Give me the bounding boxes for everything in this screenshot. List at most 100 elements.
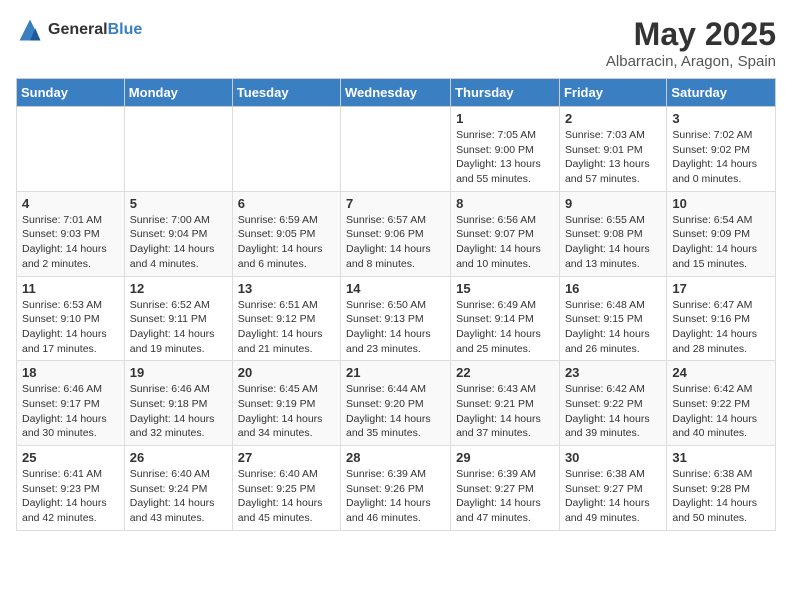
day-info: Sunrise: 6:57 AMSunset: 9:06 PMDaylight:… <box>346 213 445 272</box>
day-info: Sunrise: 6:43 AMSunset: 9:21 PMDaylight:… <box>456 382 554 441</box>
calendar-cell: 13Sunrise: 6:51 AMSunset: 9:12 PMDayligh… <box>232 276 340 361</box>
calendar-cell: 31Sunrise: 6:38 AMSunset: 9:28 PMDayligh… <box>667 446 776 531</box>
day-info: Sunrise: 6:42 AMSunset: 9:22 PMDaylight:… <box>565 382 661 441</box>
day-info: Sunrise: 6:52 AMSunset: 9:11 PMDaylight:… <box>130 298 227 357</box>
day-info: Sunrise: 6:42 AMSunset: 9:22 PMDaylight:… <box>672 382 770 441</box>
header-saturday: Saturday <box>667 79 776 107</box>
day-info: Sunrise: 6:38 AMSunset: 9:27 PMDaylight:… <box>565 467 661 526</box>
logo-icon <box>16 16 44 44</box>
day-info: Sunrise: 7:05 AMSunset: 9:00 PMDaylight:… <box>456 128 554 187</box>
day-number: 8 <box>456 196 554 211</box>
day-number: 3 <box>672 111 770 126</box>
calendar-cell: 21Sunrise: 6:44 AMSunset: 9:20 PMDayligh… <box>341 361 451 446</box>
day-number: 26 <box>130 450 227 465</box>
calendar-cell: 15 Sunrise: 6:49 AMSunset: 9:14 PMDayligh… <box>451 276 560 361</box>
calendar-cell <box>124 107 232 192</box>
day-info: Sunrise: 6:47 AMSunset: 9:16 PMDaylight:… <box>672 298 770 357</box>
day-number: 9 <box>565 196 661 211</box>
day-number: 1 <box>456 111 554 126</box>
day-number: 25 <box>22 450 119 465</box>
day-number: 14 <box>346 281 445 296</box>
calendar-cell: 6Sunrise: 6:59 AMSunset: 9:05 PMDaylight… <box>232 191 340 276</box>
day-number: 28 <box>346 450 445 465</box>
day-number: 17 <box>672 281 770 296</box>
calendar-cell: 29 Sunrise: 6:39 AMSunset: 9:27 PMDayligh… <box>451 446 560 531</box>
title-area: May 2025 Albarracin, Aragon, Spain <box>606 16 776 70</box>
calendar-cell: 7Sunrise: 6:57 AMSunset: 9:06 PMDaylight… <box>341 191 451 276</box>
calendar-cell: 24 Sunrise: 6:42 AMSunset: 9:22 PMDayligh… <box>667 361 776 446</box>
calendar-cell: 14 Sunrise: 6:50 AMSunset: 9:13 PMDayligh… <box>341 276 451 361</box>
day-number: 11 <box>22 281 119 296</box>
calendar-week-2: 4 Sunrise: 7:01 AMSunset: 9:03 PMDaylight… <box>17 191 776 276</box>
calendar-cell: 19 Sunrise: 6:46 AMSunset: 9:18 PMDayligh… <box>124 361 232 446</box>
day-info: Sunrise: 6:46 AMSunset: 9:18 PMDaylight:… <box>130 382 227 441</box>
logo-general: General <box>48 21 108 38</box>
header-thursday: Thursday <box>451 79 560 107</box>
day-info: Sunrise: 6:46 AMSunset: 9:17 PMDaylight:… <box>22 382 119 441</box>
day-info: Sunrise: 6:56 AMSunset: 9:07 PMDaylight:… <box>456 213 554 272</box>
calendar-cell <box>232 107 340 192</box>
header-monday: Monday <box>124 79 232 107</box>
calendar-cell: 26 Sunrise: 6:40 AMSunset: 9:24 PMDayligh… <box>124 446 232 531</box>
day-number: 29 <box>456 450 554 465</box>
logo: GeneralBlue <box>16 16 142 44</box>
calendar-cell: 17 Sunrise: 6:47 AMSunset: 9:16 PMDayligh… <box>667 276 776 361</box>
calendar-cell: 10 Sunrise: 6:54 AMSunset: 9:09 PMDayligh… <box>667 191 776 276</box>
calendar-cell: 5 Sunrise: 7:00 AMSunset: 9:04 PMDaylight… <box>124 191 232 276</box>
day-info: Sunrise: 6:45 AMSunset: 9:19 PMDaylight:… <box>238 382 335 441</box>
day-info: Sunrise: 6:41 AMSunset: 9:23 PMDaylight:… <box>22 467 119 526</box>
main-title: May 2025 <box>606 16 776 53</box>
calendar-header-row: SundayMondayTuesdayWednesdayThursdayFrid… <box>17 79 776 107</box>
day-info: Sunrise: 6:50 AMSunset: 9:13 PMDaylight:… <box>346 298 445 357</box>
header-sunday: Sunday <box>17 79 125 107</box>
calendar-cell: 4 Sunrise: 7:01 AMSunset: 9:03 PMDaylight… <box>17 191 125 276</box>
day-info: Sunrise: 7:02 AMSunset: 9:02 PMDaylight:… <box>672 128 770 187</box>
calendar-cell: 28 Sunrise: 6:39 AMSunset: 9:26 PMDayligh… <box>341 446 451 531</box>
header-wednesday: Wednesday <box>341 79 451 107</box>
calendar-cell: 9Sunrise: 6:55 AMSunset: 9:08 PMDaylight… <box>559 191 666 276</box>
day-info: Sunrise: 7:03 AMSunset: 9:01 PMDaylight:… <box>565 128 661 187</box>
day-number: 19 <box>130 365 227 380</box>
calendar-week-5: 25 Sunrise: 6:41 AMSunset: 9:23 PMDayligh… <box>17 446 776 531</box>
day-number: 24 <box>672 365 770 380</box>
day-info: Sunrise: 6:48 AMSunset: 9:15 PMDaylight:… <box>565 298 661 357</box>
day-number: 15 <box>456 281 554 296</box>
calendar-table: SundayMondayTuesdayWednesdayThursdayFrid… <box>16 78 776 531</box>
calendar-cell: 27Sunrise: 6:40 AMSunset: 9:25 PMDayligh… <box>232 446 340 531</box>
header-tuesday: Tuesday <box>232 79 340 107</box>
calendar-cell: 30Sunrise: 6:38 AMSunset: 9:27 PMDayligh… <box>559 446 666 531</box>
header-friday: Friday <box>559 79 666 107</box>
subtitle: Albarracin, Aragon, Spain <box>606 53 776 70</box>
day-info: Sunrise: 6:40 AMSunset: 9:25 PMDaylight:… <box>238 467 335 526</box>
calendar-cell <box>341 107 451 192</box>
calendar-cell: 23 Sunrise: 6:42 AMSunset: 9:22 PMDayligh… <box>559 361 666 446</box>
day-number: 5 <box>130 196 227 211</box>
day-number: 20 <box>238 365 335 380</box>
day-number: 10 <box>672 196 770 211</box>
day-info: Sunrise: 6:53 AMSunset: 9:10 PMDaylight:… <box>22 298 119 357</box>
day-info: Sunrise: 6:49 AMSunset: 9:14 PMDaylight:… <box>456 298 554 357</box>
day-info: Sunrise: 6:39 AMSunset: 9:26 PMDaylight:… <box>346 467 445 526</box>
day-info: Sunrise: 6:51 AMSunset: 9:12 PMDaylight:… <box>238 298 335 357</box>
day-info: Sunrise: 6:54 AMSunset: 9:09 PMDaylight:… <box>672 213 770 272</box>
day-number: 23 <box>565 365 661 380</box>
day-number: 2 <box>565 111 661 126</box>
calendar-week-4: 18 Sunrise: 6:46 AMSunset: 9:17 PMDayligh… <box>17 361 776 446</box>
day-info: Sunrise: 6:39 AMSunset: 9:27 PMDaylight:… <box>456 467 554 526</box>
day-info: Sunrise: 6:59 AMSunset: 9:05 PMDaylight:… <box>238 213 335 272</box>
day-number: 4 <box>22 196 119 211</box>
calendar-cell: 3 Sunrise: 7:02 AMSunset: 9:02 PMDaylight… <box>667 107 776 192</box>
calendar-cell: 16Sunrise: 6:48 AMSunset: 9:15 PMDayligh… <box>559 276 666 361</box>
calendar-cell: 11 Sunrise: 6:53 AMSunset: 9:10 PMDayligh… <box>17 276 125 361</box>
day-info: Sunrise: 6:44 AMSunset: 9:20 PMDaylight:… <box>346 382 445 441</box>
day-info: Sunrise: 6:38 AMSunset: 9:28 PMDaylight:… <box>672 467 770 526</box>
calendar-cell: 22Sunrise: 6:43 AMSunset: 9:21 PMDayligh… <box>451 361 560 446</box>
calendar-cell: 20 Sunrise: 6:45 AMSunset: 9:19 PMDayligh… <box>232 361 340 446</box>
day-info: Sunrise: 7:00 AMSunset: 9:04 PMDaylight:… <box>130 213 227 272</box>
day-number: 18 <box>22 365 119 380</box>
calendar-week-1: 1 Sunrise: 7:05 AMSunset: 9:00 PMDaylight… <box>17 107 776 192</box>
calendar-cell: 8 Sunrise: 6:56 AMSunset: 9:07 PMDaylight… <box>451 191 560 276</box>
day-info: Sunrise: 6:40 AMSunset: 9:24 PMDaylight:… <box>130 467 227 526</box>
calendar-week-3: 11 Sunrise: 6:53 AMSunset: 9:10 PMDayligh… <box>17 276 776 361</box>
day-info: Sunrise: 7:01 AMSunset: 9:03 PMDaylight:… <box>22 213 119 272</box>
